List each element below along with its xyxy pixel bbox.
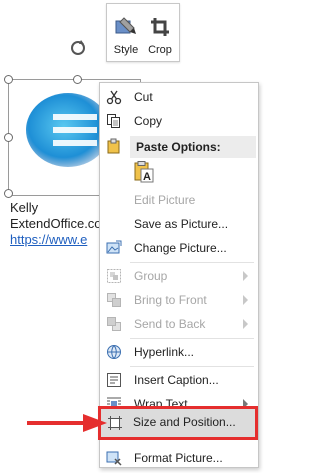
menu-item-size-and-position-label: Size and Position... [133, 415, 236, 429]
menu-item-group[interactable]: Group [100, 265, 258, 287]
scissors-icon [106, 90, 122, 105]
paste-icon [107, 138, 120, 154]
picture-style-icon [115, 17, 136, 34]
menu-item-edit-picture-label: Edit Picture [134, 193, 196, 207]
paste-keep-text-only-icon[interactable]: A [134, 161, 154, 183]
group-icon [107, 269, 121, 283]
menu-separator [130, 262, 254, 263]
menu-item-change-picture-label: Change Picture... [134, 241, 227, 255]
doc-text-company: ExtendOffice.co [10, 216, 102, 231]
resize-handle-left[interactable] [4, 133, 13, 142]
doc-text-name: Kelly [10, 200, 39, 215]
menu-item-format-picture-label: Format Picture... [134, 451, 223, 465]
paste-options-label: Paste Options: [136, 140, 221, 154]
menu-separator [130, 338, 254, 339]
change-picture-icon [106, 240, 122, 254]
hyperlink-icon [107, 345, 121, 359]
menu-item-send-to-back-label: Send to Back [134, 317, 206, 331]
mini-toolbar: Style Crop [106, 3, 180, 62]
red-arrow-icon [27, 414, 107, 432]
submenu-arrow-icon [243, 319, 248, 329]
svg-text:A: A [143, 171, 151, 183]
copy-icon [107, 114, 120, 128]
menu-item-cut-label: Cut [134, 90, 153, 104]
send-to-back-icon [107, 317, 121, 331]
menu-item-edit-picture[interactable]: Edit Picture [100, 189, 258, 211]
crop-label: Crop [148, 44, 172, 56]
crop-icon [151, 18, 169, 36]
menu-item-format-picture[interactable]: Format Picture... [100, 447, 258, 469]
menu-item-size-and-position[interactable]: Size and Position... [98, 406, 258, 440]
insert-caption-icon [107, 373, 121, 387]
size-and-position-icon [108, 416, 122, 430]
menu-item-insert-caption[interactable]: Insert Caption... [100, 369, 258, 391]
menu-item-hyperlink[interactable]: Hyperlink... [100, 341, 258, 363]
doc-link[interactable]: https://www.e [10, 232, 87, 247]
resize-handle-top[interactable] [73, 75, 82, 84]
submenu-arrow-icon [243, 399, 248, 409]
resize-handle-bottom-left[interactable] [4, 189, 13, 198]
crop-button[interactable]: Crop [143, 10, 177, 58]
menu-item-send-to-back[interactable]: Send to Back [100, 313, 258, 335]
format-picture-icon [106, 451, 122, 466]
menu-item-save-as-picture-label: Save as Picture... [134, 217, 229, 231]
menu-item-bring-to-front[interactable]: Bring to Front [100, 289, 258, 311]
paste-options-header: Paste Options: [130, 136, 256, 158]
style-label: Style [113, 44, 139, 56]
menu-item-group-label: Group [134, 269, 168, 283]
bring-to-front-icon [107, 293, 121, 307]
style-button[interactable]: Style [109, 10, 143, 58]
menu-item-hyperlink-label: Hyperlink... [134, 345, 195, 359]
menu-separator [130, 366, 254, 367]
menu-item-bring-to-front-label: Bring to Front [134, 293, 207, 307]
menu-item-change-picture[interactable]: Change Picture... [100, 237, 258, 259]
submenu-arrow-icon [243, 271, 248, 281]
menu-item-insert-caption-label: Insert Caption... [134, 373, 219, 387]
menu-item-copy[interactable]: Copy [100, 110, 258, 132]
resize-handle-top-left[interactable] [4, 75, 13, 84]
menu-item-save-as-picture[interactable]: Save as Picture... [100, 213, 258, 235]
submenu-arrow-icon [243, 295, 248, 305]
menu-item-cut[interactable]: Cut [100, 86, 258, 108]
rotate-handle-icon[interactable] [68, 38, 88, 58]
menu-item-copy-label: Copy [134, 114, 163, 128]
